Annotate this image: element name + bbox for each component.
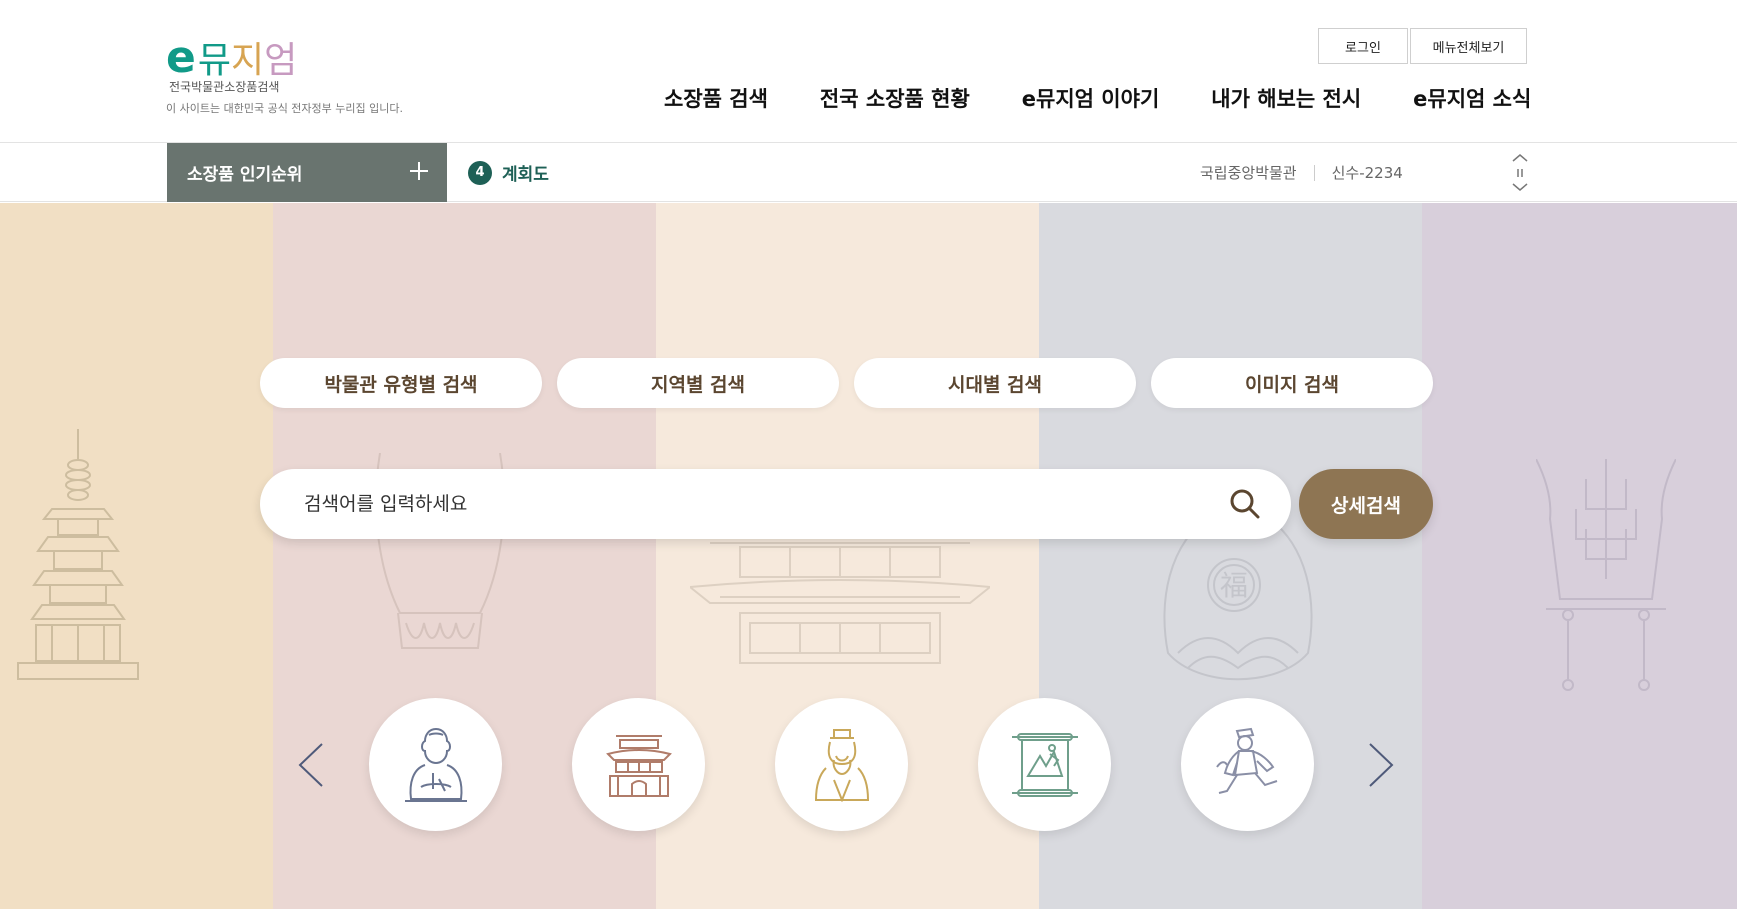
pause-icon[interactable]	[1508, 166, 1532, 180]
dancing-figure-icon	[1215, 727, 1277, 794]
category-item-scholar[interactable]	[775, 698, 908, 831]
scholar-figure-icon	[814, 728, 869, 802]
logo-wordmark: e뮤지엄	[166, 32, 298, 83]
logo-subtitle: 전국박물관소장품검색	[169, 80, 280, 94]
category-item-dancer[interactable]	[1181, 698, 1314, 831]
ranking-controls	[1508, 151, 1532, 195]
full-menu-button[interactable]: 메뉴전체보기	[1410, 28, 1527, 64]
crown-illustration-icon	[1536, 459, 1676, 699]
nav-item-emuseum-story[interactable]: e뮤지엄 이야기	[1022, 82, 1159, 116]
nav-item-emuseum-news[interactable]: e뮤지엄 소식	[1413, 82, 1531, 116]
search-bar	[260, 469, 1291, 539]
chevron-left-icon[interactable]	[296, 740, 326, 790]
rank-item-museum: 국립중앙박물관	[1200, 164, 1297, 182]
ranking-current-item[interactable]: 4 계회도	[468, 143, 549, 202]
search-icon[interactable]	[1227, 486, 1263, 522]
fortune-character-icon: 福	[1220, 569, 1248, 602]
rank-item-title: 계회도	[502, 165, 549, 185]
site-logo[interactable]: e뮤지엄 전국박물관소장품검색 이 사이트는 대한민국 공식 전자정부 누리집 …	[166, 32, 426, 118]
search-input[interactable]	[304, 469, 1184, 539]
category-item-scroll[interactable]	[978, 698, 1111, 831]
login-button[interactable]: 로그인	[1318, 28, 1408, 64]
category-item-palace[interactable]	[572, 698, 705, 831]
tab-museum-type-search[interactable]: 박물관 유형별 검색	[260, 358, 542, 408]
global-nav: 소장품 검색 전국 소장품 현황 e뮤지엄 이야기 내가 해보는 전시 e뮤지엄…	[640, 82, 1531, 116]
ranking-item-meta: 국립중앙박물관 신수-2234	[1200, 143, 1403, 202]
site-header: e뮤지엄 전국박물관소장품검색 이 사이트는 대한민국 공식 전자정부 누리집 …	[0, 0, 1737, 143]
gov-site-notice: 이 사이트는 대한민국 공식 전자정부 누리집 입니다.	[166, 102, 403, 115]
nav-item-my-exhibition[interactable]: 내가 해보는 전시	[1211, 82, 1361, 116]
ranking-label: 소장품 인기순위	[187, 165, 303, 185]
chevron-down-icon[interactable]	[1508, 181, 1532, 195]
rank-number-badge: 4	[468, 160, 492, 185]
search-category-tabs: 박물관 유형별 검색 지역별 검색 시대별 검색 이미지 검색	[260, 358, 1433, 408]
palace-gate-icon	[605, 734, 672, 797]
tab-region-search[interactable]: 지역별 검색	[557, 358, 839, 408]
popular-ranking-bar: 소장품 인기순위 4 계회도 국립중앙박물관 신수-2234	[0, 143, 1737, 202]
category-item-buddha[interactable]	[369, 698, 502, 831]
tab-era-search[interactable]: 시대별 검색	[854, 358, 1136, 408]
meta-divider	[1313, 164, 1315, 181]
rank-item-code: 신수-2234	[1331, 164, 1403, 182]
hero-search-section: 福 박물관 유형별 검색 지역별 검색 시대별 검색 이미지 검색 상세검색	[0, 203, 1737, 909]
pagoda-illustration-icon	[14, 429, 144, 709]
palace-illustration-icon	[690, 533, 990, 683]
nav-item-collection-search[interactable]: 소장품 검색	[664, 82, 768, 116]
nav-item-national-status[interactable]: 전국 소장품 현황	[820, 82, 970, 116]
chevron-right-icon[interactable]	[1366, 740, 1396, 790]
advanced-search-button[interactable]: 상세검색	[1299, 469, 1433, 539]
tab-image-search[interactable]: 이미지 검색	[1151, 358, 1433, 408]
scroll-painting-icon	[1011, 732, 1078, 797]
ranking-toggle-button[interactable]: 소장품 인기순위	[167, 143, 447, 202]
plus-icon	[409, 161, 429, 181]
chevron-up-icon[interactable]	[1508, 151, 1532, 165]
buddha-statue-icon	[404, 727, 467, 802]
